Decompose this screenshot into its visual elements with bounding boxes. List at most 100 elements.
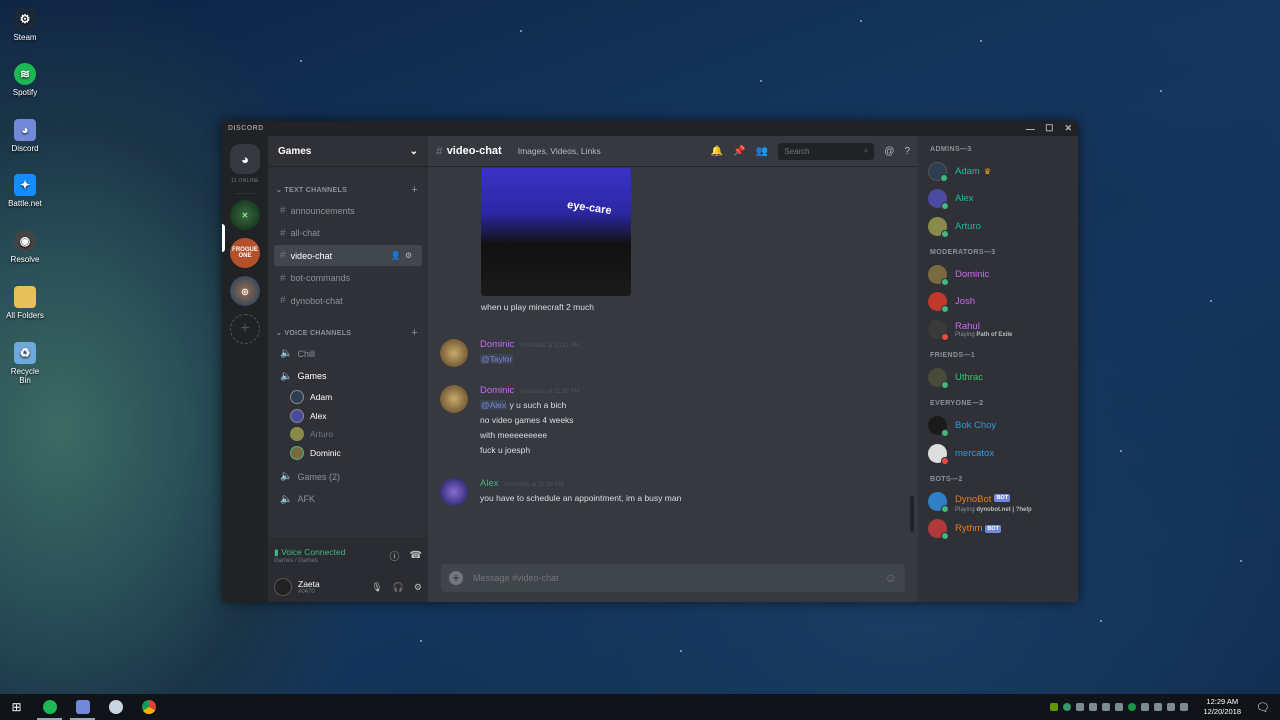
home-button[interactable]: ◕ [230, 144, 260, 174]
discord-logo-icon: ◕ [241, 151, 249, 167]
channel-dynobot-chat[interactable]: # dynobot-chat [274, 290, 422, 311]
voice-channels-category[interactable]: ⌄ VOICE CHANNELS + [274, 321, 422, 343]
desktop-icon-discord[interactable]: ◕ Discord [4, 119, 46, 153]
message-input[interactable] [473, 573, 885, 583]
scrollbar[interactable] [910, 496, 914, 532]
taskbar-spotify[interactable] [33, 694, 66, 720]
channel-announcements[interactable]: # announcements [274, 200, 422, 221]
start-button[interactable]: ⊞ [0, 694, 33, 720]
desktop-icon-all-folders[interactable]: All Folders [4, 286, 46, 320]
taskbar-steam[interactable] [99, 694, 132, 720]
member-name: Arturo [955, 220, 981, 232]
steam-icon [108, 700, 123, 714]
desktop-icon-recycle-bin[interactable]: ♻ Recycle Bin [4, 342, 46, 385]
server-name: Games [278, 145, 312, 157]
desktop-icon-battlenet[interactable]: ✦ Battle.net [4, 174, 46, 208]
member-mercatox[interactable]: mercatox [928, 439, 1070, 466]
avatar [290, 427, 304, 442]
server-third[interactable]: ◎ [230, 276, 260, 306]
gear-icon[interactable]: ⚙ [414, 582, 422, 593]
emoji-icon[interactable]: ☺ [885, 571, 897, 585]
member-uthrac[interactable]: Uthrac [928, 364, 1070, 391]
taskbar-chrome[interactable] [132, 694, 165, 720]
avatar[interactable] [274, 578, 292, 596]
member-bok-choy[interactable]: Bok Choy [928, 412, 1070, 439]
members-icon[interactable]: 👥 [756, 146, 768, 157]
member-dominic[interactable]: Dominic [928, 261, 1070, 288]
maximize-button[interactable]: ☐ [1040, 123, 1059, 134]
voice-channel-games-2[interactable]: 🔈 Games (2) [274, 466, 422, 487]
help-icon[interactable]: ? [904, 146, 910, 157]
spotify-icon[interactable] [1128, 703, 1137, 711]
add-channel-icon[interactable]: + [411, 184, 418, 196]
usb-icon[interactable] [1089, 703, 1098, 711]
channel-video-chat[interactable]: # video-chat 👤⚙ [274, 245, 422, 266]
avatar[interactable] [440, 478, 468, 506]
server-games[interactable]: ✕ [230, 200, 260, 230]
voice-user-adam[interactable]: Adam [274, 388, 422, 407]
text-channels-category[interactable]: ⌄ TEXT CHANNELS + [274, 178, 422, 200]
upload-plus-icon[interactable]: + [449, 571, 463, 585]
volume-icon[interactable] [1180, 703, 1189, 711]
taskbar-discord[interactable] [66, 694, 99, 720]
disconnect-icon[interactable]: ☎ [410, 550, 422, 561]
headphones-icon[interactable]: 🎧 [393, 582, 404, 593]
tray-app-icon[interactable] [1141, 703, 1150, 711]
voice-channel-games[interactable]: 🔈 Games [274, 366, 422, 387]
tray-app-icon[interactable] [1154, 703, 1163, 711]
server-header[interactable]: Games ⌄ [268, 136, 428, 166]
mention-icon[interactable]: @ [884, 146, 894, 157]
add-server-button[interactable]: + [230, 314, 260, 344]
channel-settings-icon[interactable]: 👤⚙ [391, 251, 416, 260]
tray-app-icon[interactable] [1102, 703, 1111, 711]
tray-status-icon[interactable] [1063, 703, 1072, 711]
add-channel-icon[interactable]: + [411, 327, 418, 339]
image-attachment[interactable]: eye-care [481, 168, 631, 296]
voice-user-arturo[interactable]: Arturo [274, 425, 422, 444]
avatar[interactable] [440, 385, 468, 413]
channel-bot-commands[interactable]: # bot-commands [274, 268, 422, 289]
search-input[interactable]: Search ⌕ [778, 142, 875, 160]
tray-app-icon[interactable] [1115, 703, 1124, 711]
message-text: when u play minecraft 2 much [481, 302, 594, 312]
message-composer: + ☺ [428, 558, 918, 602]
user-mention[interactable]: @Alex [480, 400, 508, 410]
member-arturo[interactable]: Arturo [928, 213, 1070, 240]
channel-all-chat[interactable]: # all-chat [274, 223, 422, 244]
microphone-icon[interactable]: 🎙 [371, 582, 382, 593]
desktop-icon-steam[interactable]: ⚙ Steam [4, 8, 46, 42]
voice-status[interactable]: Voice Connected [281, 547, 345, 557]
minimize-button[interactable]: — [1021, 124, 1040, 134]
member-rahul[interactable]: Rahul Playing Path of Exile [928, 315, 1070, 342]
channel-sidebar: Games ⌄ ⌄ TEXT CHANNELS + # announcements… [268, 136, 428, 602]
title-bar[interactable]: DISCORD — ☐ ✕ [222, 121, 1078, 136]
tray-app-icon[interactable] [1076, 703, 1085, 711]
message-author[interactable]: Dominic [480, 339, 514, 350]
bell-icon[interactable]: 🔔 [711, 146, 723, 157]
chrome-icon [141, 700, 156, 714]
network-icon[interactable] [1167, 703, 1176, 711]
info-icon[interactable]: ⓘ [390, 548, 400, 563]
message-author[interactable]: Dominic [480, 385, 514, 396]
voice-channel-afk[interactable]: 🔈 AFK [274, 489, 422, 510]
member-rythm[interactable]: Rythm BOT [928, 515, 1070, 542]
member-josh[interactable]: Josh [928, 288, 1070, 315]
voice-channel-chill[interactable]: 🔈 Chill [274, 343, 422, 364]
notifications-icon[interactable]: 🗨 [1256, 701, 1270, 714]
close-button[interactable]: ✕ [1059, 123, 1078, 134]
message-author[interactable]: Alex [480, 478, 498, 489]
desktop-icon-spotify[interactable]: ≋ Spotify [4, 63, 46, 97]
desktop-icon-resolve[interactable]: ◉ Resolve [4, 230, 46, 264]
server-frogue-one[interactable]: FROGUE ONE [230, 238, 260, 268]
member-adam[interactable]: Adam ♛ [928, 158, 1070, 185]
avatar[interactable] [440, 339, 468, 367]
nvidia-icon[interactable] [1050, 703, 1059, 711]
member-alex[interactable]: Alex [928, 185, 1070, 212]
voice-user-dominic[interactable]: Dominic [274, 444, 422, 463]
member-dynobot[interactable]: DynoBot BOT Playing dynobot.net | ?help [928, 488, 1070, 515]
clock[interactable]: 12:29 AM 12/20/2018 [1203, 697, 1241, 717]
avatar [290, 390, 304, 405]
voice-user-alex[interactable]: Alex [274, 407, 422, 426]
user-mention[interactable]: @Taylor [480, 354, 514, 364]
pin-icon[interactable]: 📌 [733, 146, 745, 157]
